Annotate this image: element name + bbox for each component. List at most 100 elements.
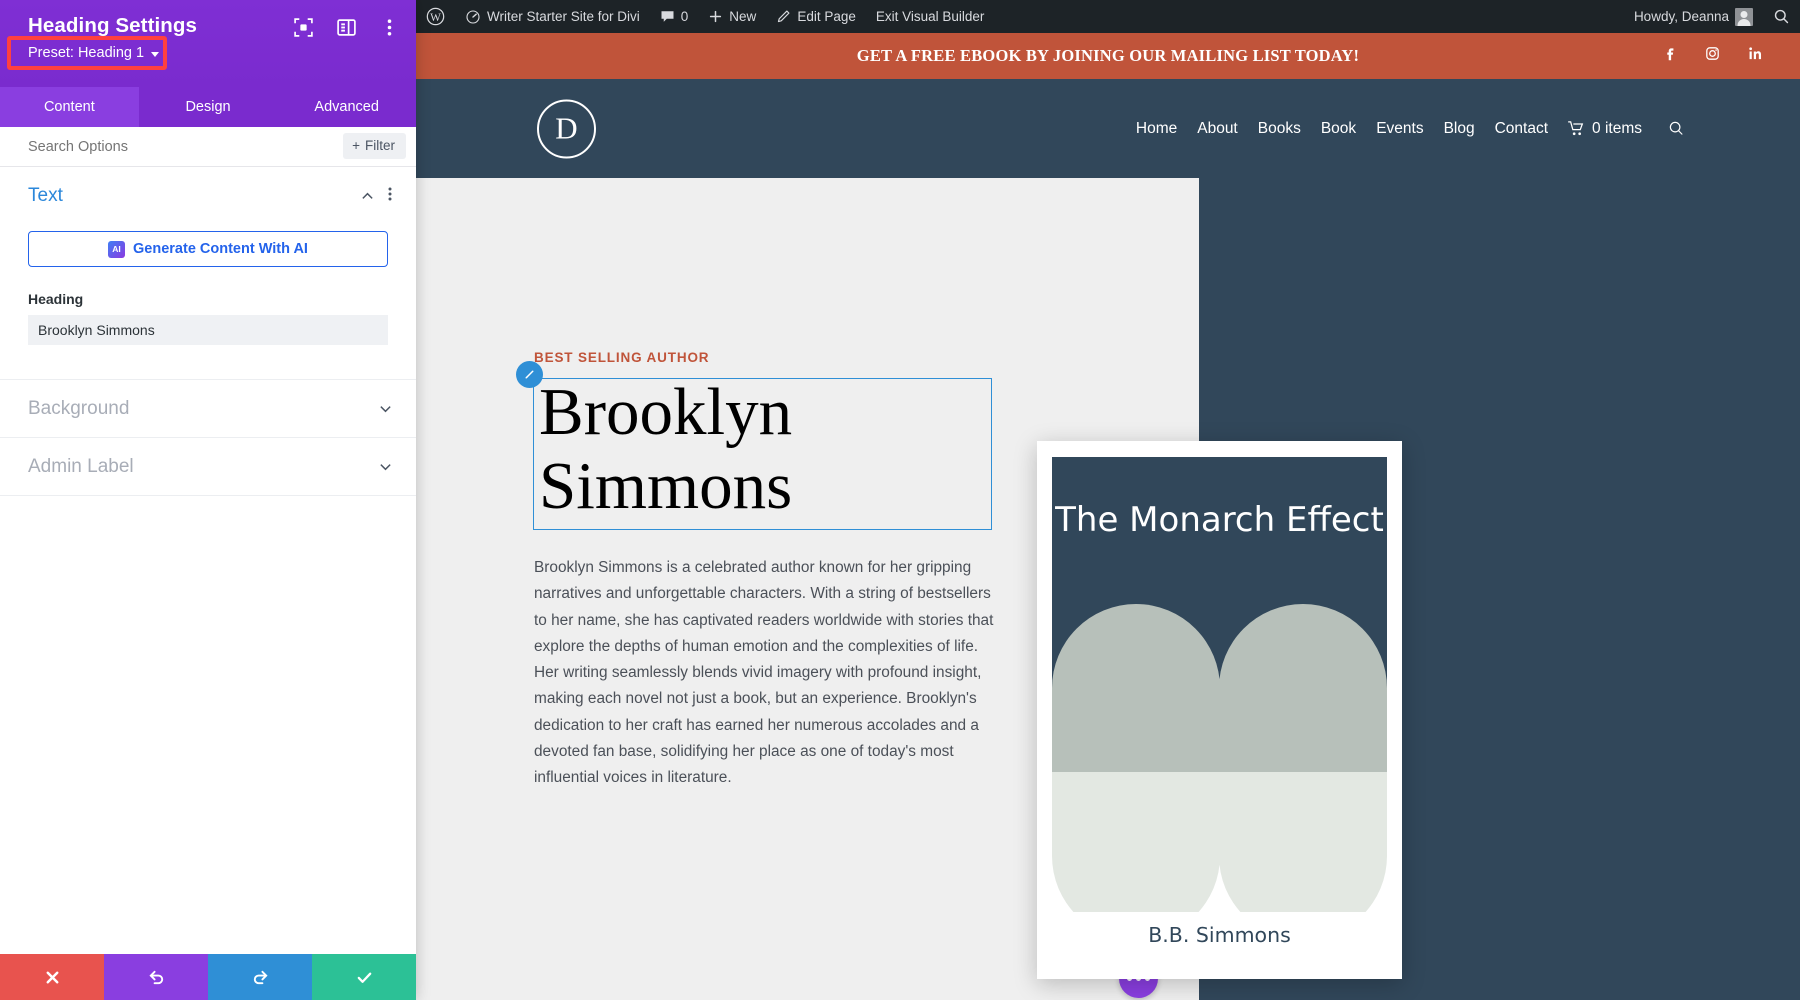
app-root: Heading Settings Preset: Heading 1 xyxy=(0,0,1800,1000)
filter-button[interactable]: + Filter xyxy=(343,133,406,159)
settings-tabs: Content Design Advanced xyxy=(0,87,416,127)
user-greeting-item[interactable]: Howdy, Deanna xyxy=(1624,0,1763,33)
ai-badge-icon: AI xyxy=(108,241,125,258)
edit-page-label: Edit Page xyxy=(797,9,856,24)
admin-search-button[interactable] xyxy=(1763,0,1800,33)
undo-button[interactable] xyxy=(104,954,208,1000)
chevron-down-icon xyxy=(151,52,159,57)
page-content: BEST SELLING AUTHOR Brooklyn Simmons Bro… xyxy=(416,178,1800,1000)
exit-visual-builder-label: Exit Visual Builder xyxy=(876,9,985,24)
section-admin-label[interactable]: Admin Label xyxy=(0,438,416,496)
tab-advanced[interactable]: Advanced xyxy=(277,87,416,127)
settings-panel-footer xyxy=(0,954,416,1000)
instagram-icon[interactable] xyxy=(1704,45,1721,67)
site-logo[interactable]: D xyxy=(537,99,596,158)
discard-changes-button[interactable] xyxy=(0,954,104,1000)
section-kebab-icon[interactable] xyxy=(388,187,392,206)
heading-field-label: Heading xyxy=(28,291,388,307)
linkedin-icon[interactable] xyxy=(1747,45,1764,67)
section-text[interactable]: Text xyxy=(0,167,416,225)
cart-button[interactable]: 0 items xyxy=(1558,120,1642,138)
site-name-label: Writer Starter Site for Divi xyxy=(487,9,640,24)
settings-panel-body: Text AI Generate Content With AI Headin xyxy=(0,167,416,954)
facebook-icon[interactable] xyxy=(1661,45,1678,67)
book-cover: The Monarch Effect B.B. Simmons xyxy=(1037,441,1402,979)
avatar xyxy=(1735,8,1753,26)
site-preview: GET A FREE EBOOK BY JOINING OUR MAILING … xyxy=(416,33,1800,1000)
butterfly-wing-upper-right xyxy=(1219,604,1387,772)
nav-link-home[interactable]: Home xyxy=(1126,120,1187,138)
section-text-label: Text xyxy=(28,185,63,207)
book-title: The Monarch Effect xyxy=(1052,495,1387,545)
greeting-label: Howdy, Deanna xyxy=(1634,9,1729,24)
hero-eyebrow: BEST SELLING AUTHOR xyxy=(534,350,709,365)
page-title: Heading Settings xyxy=(28,14,197,38)
new-item[interactable]: New xyxy=(698,0,766,33)
exit-visual-builder-item[interactable]: Exit Visual Builder xyxy=(866,0,995,33)
nav-link-contact[interactable]: Contact xyxy=(1485,120,1558,138)
nav-link-blog[interactable]: Blog xyxy=(1434,120,1485,138)
section-background[interactable]: Background xyxy=(0,380,416,438)
site-name-item[interactable]: Writer Starter Site for Divi xyxy=(455,0,650,33)
settings-panel-header: Heading Settings Preset: Heading 1 xyxy=(0,0,416,87)
preset-label: Preset: Heading 1 xyxy=(28,45,144,61)
close-icon xyxy=(43,968,62,987)
wordpress-logo-button[interactable]: W xyxy=(416,0,455,33)
preset-selector[interactable]: Preset: Heading 1 xyxy=(28,45,159,61)
svg-text:W: W xyxy=(430,12,441,24)
heading-field-input[interactable] xyxy=(28,315,388,345)
search-icon xyxy=(1668,120,1685,137)
dashboard-icon xyxy=(465,9,481,25)
chevron-down-icon[interactable] xyxy=(379,460,392,473)
wordpress-admin-bar: W Writer Starter Site for Divi 0 New Edi… xyxy=(416,0,1800,33)
hero-bio-text: Brooklyn Simmons is a celebrated author … xyxy=(534,555,999,792)
redo-icon xyxy=(251,968,270,987)
butterfly-wing-lower-left xyxy=(1052,772,1220,912)
cart-icon xyxy=(1568,121,1585,136)
check-icon xyxy=(355,968,374,987)
undo-icon xyxy=(147,968,166,987)
search-input[interactable] xyxy=(0,139,280,155)
butterfly-wing-upper-left xyxy=(1052,604,1220,772)
book-cover-art: The Monarch Effect xyxy=(1052,457,1387,772)
admin-bar-right: Howdy, Deanna xyxy=(1624,0,1800,33)
edit-page-item[interactable]: Edit Page xyxy=(766,0,866,33)
plus-icon: + xyxy=(352,138,360,153)
search-icon xyxy=(1773,8,1790,25)
plus-icon xyxy=(708,9,723,24)
redo-button[interactable] xyxy=(208,954,312,1000)
pencil-icon xyxy=(776,9,791,24)
chevron-up-icon[interactable] xyxy=(361,190,374,203)
kebab-menu-icon[interactable] xyxy=(379,17,400,38)
section-admin-label-label: Admin Label xyxy=(28,456,134,478)
site-navigation: D Home About Books Book Events Blog Cont… xyxy=(416,79,1800,178)
heading-module-selected[interactable]: Brooklyn Simmons xyxy=(533,378,992,530)
chevron-down-icon[interactable] xyxy=(379,402,392,415)
ai-button-label: Generate Content With AI xyxy=(133,241,308,257)
save-button[interactable] xyxy=(312,954,416,1000)
nav-link-about[interactable]: About xyxy=(1187,120,1248,138)
comment-icon xyxy=(660,9,675,24)
tab-content[interactable]: Content xyxy=(0,87,139,127)
wordpress-icon: W xyxy=(426,7,445,26)
nav-link-books[interactable]: Books xyxy=(1248,120,1311,138)
promo-bar: GET A FREE EBOOK BY JOINING OUR MAILING … xyxy=(416,33,1800,79)
comments-count: 0 xyxy=(681,9,689,24)
book-cover-lower-art xyxy=(1052,772,1387,912)
cart-count-label: 0 items xyxy=(1592,120,1642,138)
site-search-button[interactable] xyxy=(1668,120,1685,137)
heading-settings-panel: Heading Settings Preset: Heading 1 xyxy=(0,0,416,1000)
focus-frame-icon[interactable] xyxy=(293,17,314,38)
filter-label: Filter xyxy=(365,138,395,153)
comments-item[interactable]: 0 xyxy=(650,0,699,33)
panel-layout-icon[interactable] xyxy=(336,17,357,38)
tab-design[interactable]: Design xyxy=(139,87,278,127)
settings-panel-header-icons xyxy=(293,17,400,38)
social-links xyxy=(1661,45,1764,67)
nav-link-events[interactable]: Events xyxy=(1366,120,1433,138)
nav-link-book[interactable]: Book xyxy=(1311,120,1366,138)
generate-content-with-ai-button[interactable]: AI Generate Content With AI xyxy=(28,231,388,267)
section-background-label: Background xyxy=(28,398,129,420)
new-label: New xyxy=(729,9,756,24)
search-options-row: + Filter xyxy=(0,127,416,167)
